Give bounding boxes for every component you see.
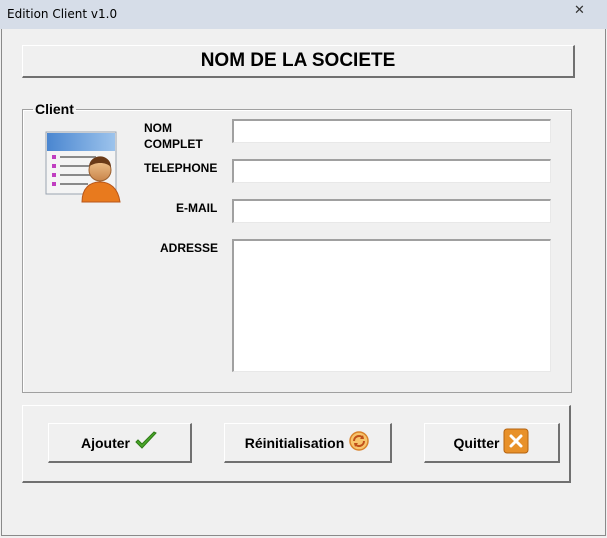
- checkmark-icon: [134, 430, 158, 455]
- adresse-field[interactable]: [232, 239, 551, 372]
- window-close-button[interactable]: ✕: [558, 1, 601, 19]
- email-field[interactable]: [232, 199, 551, 223]
- nom-complet-field[interactable]: [232, 119, 551, 143]
- adresse-label: ADRESSE: [160, 241, 219, 255]
- email-label: E-MAIL: [176, 201, 218, 215]
- close-box-icon: [503, 428, 529, 457]
- company-name-header: NOM DE LA SOCIETE: [22, 45, 575, 78]
- refresh-icon: [348, 430, 370, 455]
- quitter-button[interactable]: Quitter: [424, 423, 560, 463]
- ajouter-button[interactable]: Ajouter: [48, 423, 192, 463]
- quitter-label: Quitter: [453, 434, 500, 451]
- nom-complet-label: NOM COMPLET: [144, 121, 203, 151]
- telephone-label: TELEPHONE: [144, 161, 218, 175]
- client-frame-legend: Client: [35, 101, 74, 117]
- reinitialisation-button[interactable]: Réinitialisation: [224, 423, 392, 463]
- window-title: Edition Client v1.0: [7, 7, 118, 21]
- window-titlebar: Edition Client v1.0 ✕: [0, 0, 607, 29]
- background-ghost-text: [150, 8, 270, 20]
- ajouter-label: Ajouter: [81, 434, 130, 451]
- telephone-field[interactable]: [232, 159, 551, 183]
- reinitialisation-label: Réinitialisation: [244, 434, 345, 451]
- client-card-icon: [44, 130, 124, 204]
